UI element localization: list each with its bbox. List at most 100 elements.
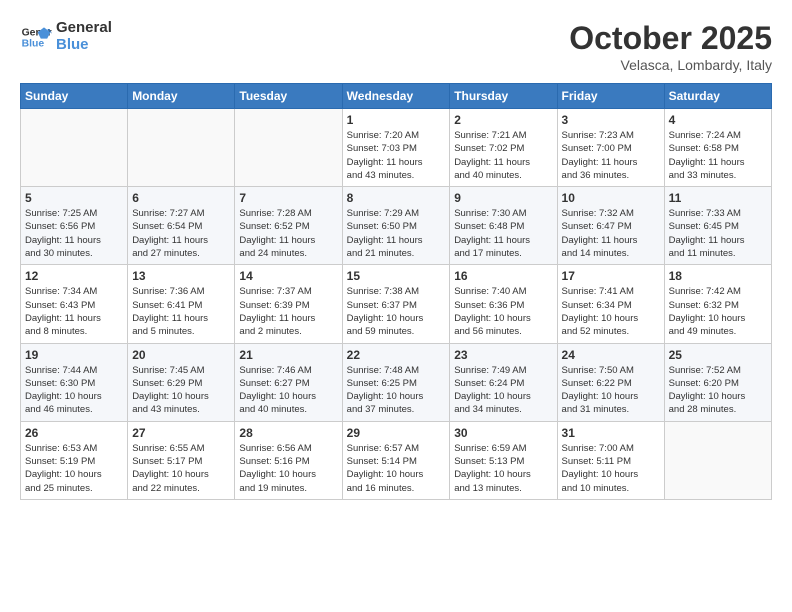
day-info: Sunrise: 7:23 AM Sunset: 7:00 PM Dayligh… bbox=[562, 129, 660, 182]
day-info: Sunrise: 7:24 AM Sunset: 6:58 PM Dayligh… bbox=[669, 129, 767, 182]
day-info: Sunrise: 6:57 AM Sunset: 5:14 PM Dayligh… bbox=[347, 442, 446, 495]
day-info: Sunrise: 7:45 AM Sunset: 6:29 PM Dayligh… bbox=[132, 364, 230, 417]
calendar-cell: 15 Sunrise: 7:38 AM Sunset: 6:37 PM Dayli… bbox=[342, 265, 450, 343]
logo-blue: Blue bbox=[56, 37, 112, 54]
day-number: 2 bbox=[454, 113, 552, 127]
day-info: Sunrise: 7:33 AM Sunset: 6:45 PM Dayligh… bbox=[669, 207, 767, 260]
calendar-week-row: 26 Sunrise: 6:53 AM Sunset: 5:19 PM Dayli… bbox=[21, 421, 772, 499]
logo-general: General bbox=[56, 20, 112, 37]
day-number: 15 bbox=[347, 269, 446, 283]
calendar-cell: 1 Sunrise: 7:20 AM Sunset: 7:03 PM Daylig… bbox=[342, 109, 450, 187]
day-info: Sunrise: 7:36 AM Sunset: 6:41 PM Dayligh… bbox=[132, 285, 230, 338]
day-number: 27 bbox=[132, 426, 230, 440]
calendar-cell bbox=[235, 109, 342, 187]
calendar-cell: 11 Sunrise: 7:33 AM Sunset: 6:45 PM Dayli… bbox=[664, 187, 771, 265]
logo-icon: General Blue bbox=[20, 21, 52, 53]
day-number: 16 bbox=[454, 269, 552, 283]
day-number: 11 bbox=[669, 191, 767, 205]
day-info: Sunrise: 7:37 AM Sunset: 6:39 PM Dayligh… bbox=[239, 285, 337, 338]
calendar-cell: 2 Sunrise: 7:21 AM Sunset: 7:02 PM Daylig… bbox=[450, 109, 557, 187]
weekday-header: Saturday bbox=[664, 84, 771, 109]
calendar-cell: 23Sunrise: 7:49 AM Sunset: 6:24 PM Dayli… bbox=[450, 343, 557, 421]
calendar-cell: 9 Sunrise: 7:30 AM Sunset: 6:48 PM Daylig… bbox=[450, 187, 557, 265]
day-info: Sunrise: 7:28 AM Sunset: 6:52 PM Dayligh… bbox=[239, 207, 337, 260]
day-number: 12 bbox=[25, 269, 123, 283]
day-number: 3 bbox=[562, 113, 660, 127]
day-info: Sunrise: 7:32 AM Sunset: 6:47 PM Dayligh… bbox=[562, 207, 660, 260]
day-number: 17 bbox=[562, 269, 660, 283]
calendar-cell: 4 Sunrise: 7:24 AM Sunset: 6:58 PM Daylig… bbox=[664, 109, 771, 187]
day-info: Sunrise: 6:53 AM Sunset: 5:19 PM Dayligh… bbox=[25, 442, 123, 495]
day-info: Sunrise: 6:59 AM Sunset: 5:13 PM Dayligh… bbox=[454, 442, 552, 495]
calendar-week-row: 12 Sunrise: 7:34 AM Sunset: 6:43 PM Dayli… bbox=[21, 265, 772, 343]
calendar-cell: 31 Sunrise: 7:00 AM Sunset: 5:11 PM Dayli… bbox=[557, 421, 664, 499]
day-info: Sunrise: 7:46 AM Sunset: 6:27 PM Dayligh… bbox=[239, 364, 337, 417]
day-info: Sunrise: 7:00 AM Sunset: 5:11 PM Dayligh… bbox=[562, 442, 660, 495]
calendar-header-row: SundayMondayTuesdayWednesdayThursdayFrid… bbox=[21, 84, 772, 109]
day-info: Sunrise: 7:20 AM Sunset: 7:03 PM Dayligh… bbox=[347, 129, 446, 182]
day-number: 13 bbox=[132, 269, 230, 283]
calendar-table: SundayMondayTuesdayWednesdayThursdayFrid… bbox=[20, 83, 772, 500]
calendar-cell: 26 Sunrise: 6:53 AM Sunset: 5:19 PM Dayli… bbox=[21, 421, 128, 499]
day-info: Sunrise: 7:27 AM Sunset: 6:54 PM Dayligh… bbox=[132, 207, 230, 260]
calendar-cell: 19Sunrise: 7:44 AM Sunset: 6:30 PM Dayli… bbox=[21, 343, 128, 421]
day-info: Sunrise: 7:49 AM Sunset: 6:24 PM Dayligh… bbox=[454, 364, 552, 417]
weekday-header: Wednesday bbox=[342, 84, 450, 109]
day-info: Sunrise: 7:40 AM Sunset: 6:36 PM Dayligh… bbox=[454, 285, 552, 338]
weekday-header: Monday bbox=[128, 84, 235, 109]
svg-text:Blue: Blue bbox=[22, 38, 45, 49]
day-number: 5 bbox=[25, 191, 123, 205]
calendar-cell: 30 Sunrise: 6:59 AM Sunset: 5:13 PM Dayli… bbox=[450, 421, 557, 499]
calendar-cell: 28Sunrise: 6:56 AM Sunset: 5:16 PM Dayli… bbox=[235, 421, 342, 499]
month-title: October 2025 bbox=[569, 20, 772, 57]
day-number: 9 bbox=[454, 191, 552, 205]
calendar-cell bbox=[21, 109, 128, 187]
title-block: October 2025 Velasca, Lombardy, Italy bbox=[569, 20, 772, 73]
day-info: Sunrise: 7:48 AM Sunset: 6:25 PM Dayligh… bbox=[347, 364, 446, 417]
day-number: 8 bbox=[347, 191, 446, 205]
day-info: Sunrise: 7:44 AM Sunset: 6:30 PM Dayligh… bbox=[25, 364, 123, 417]
day-number: 25 bbox=[669, 348, 767, 362]
logo: General Blue General Blue bbox=[20, 20, 112, 53]
calendar-cell: 7 Sunrise: 7:28 AM Sunset: 6:52 PM Daylig… bbox=[235, 187, 342, 265]
day-number: 1 bbox=[347, 113, 446, 127]
day-number: 18 bbox=[669, 269, 767, 283]
day-number: 29 bbox=[347, 426, 446, 440]
day-info: Sunrise: 7:41 AM Sunset: 6:34 PM Dayligh… bbox=[562, 285, 660, 338]
day-number: 31 bbox=[562, 426, 660, 440]
calendar-cell: 3 Sunrise: 7:23 AM Sunset: 7:00 PM Daylig… bbox=[557, 109, 664, 187]
weekday-header: Sunday bbox=[21, 84, 128, 109]
day-info: Sunrise: 7:38 AM Sunset: 6:37 PM Dayligh… bbox=[347, 285, 446, 338]
calendar-cell: 22Sunrise: 7:48 AM Sunset: 6:25 PM Dayli… bbox=[342, 343, 450, 421]
weekday-header: Tuesday bbox=[235, 84, 342, 109]
day-info: Sunrise: 7:50 AM Sunset: 6:22 PM Dayligh… bbox=[562, 364, 660, 417]
weekday-header: Friday bbox=[557, 84, 664, 109]
day-number: 24 bbox=[562, 348, 660, 362]
calendar-cell: 5 Sunrise: 7:25 AM Sunset: 6:56 PM Daylig… bbox=[21, 187, 128, 265]
day-info: Sunrise: 7:30 AM Sunset: 6:48 PM Dayligh… bbox=[454, 207, 552, 260]
day-number: 6 bbox=[132, 191, 230, 205]
day-info: Sunrise: 7:25 AM Sunset: 6:56 PM Dayligh… bbox=[25, 207, 123, 260]
day-number: 7 bbox=[239, 191, 337, 205]
day-info: Sunrise: 6:55 AM Sunset: 5:17 PM Dayligh… bbox=[132, 442, 230, 495]
day-number: 10 bbox=[562, 191, 660, 205]
calendar-cell: 18 Sunrise: 7:42 AM Sunset: 6:32 PM Dayli… bbox=[664, 265, 771, 343]
day-number: 21 bbox=[239, 348, 337, 362]
calendar-cell: 29 Sunrise: 6:57 AM Sunset: 5:14 PM Dayli… bbox=[342, 421, 450, 499]
day-number: 26 bbox=[25, 426, 123, 440]
day-info: Sunrise: 7:34 AM Sunset: 6:43 PM Dayligh… bbox=[25, 285, 123, 338]
day-number: 4 bbox=[669, 113, 767, 127]
day-number: 30 bbox=[454, 426, 552, 440]
day-info: Sunrise: 7:21 AM Sunset: 7:02 PM Dayligh… bbox=[454, 129, 552, 182]
day-info: Sunrise: 6:56 AM Sunset: 5:16 PM Dayligh… bbox=[239, 442, 337, 495]
calendar-cell: 16 Sunrise: 7:40 AM Sunset: 6:36 PM Dayli… bbox=[450, 265, 557, 343]
calendar-cell: 24 Sunrise: 7:50 AM Sunset: 6:22 PM Dayli… bbox=[557, 343, 664, 421]
day-info: Sunrise: 7:52 AM Sunset: 6:20 PM Dayligh… bbox=[669, 364, 767, 417]
calendar-cell: 27 Sunrise: 6:55 AM Sunset: 5:17 PM Dayli… bbox=[128, 421, 235, 499]
day-number: 14 bbox=[239, 269, 337, 283]
location: Velasca, Lombardy, Italy bbox=[569, 57, 772, 73]
calendar-cell: 25 Sunrise: 7:52 AM Sunset: 6:20 PM Dayli… bbox=[664, 343, 771, 421]
calendar-cell: 17 Sunrise: 7:41 AM Sunset: 6:34 PM Dayli… bbox=[557, 265, 664, 343]
day-info: Sunrise: 7:42 AM Sunset: 6:32 PM Dayligh… bbox=[669, 285, 767, 338]
day-number: 20 bbox=[132, 348, 230, 362]
